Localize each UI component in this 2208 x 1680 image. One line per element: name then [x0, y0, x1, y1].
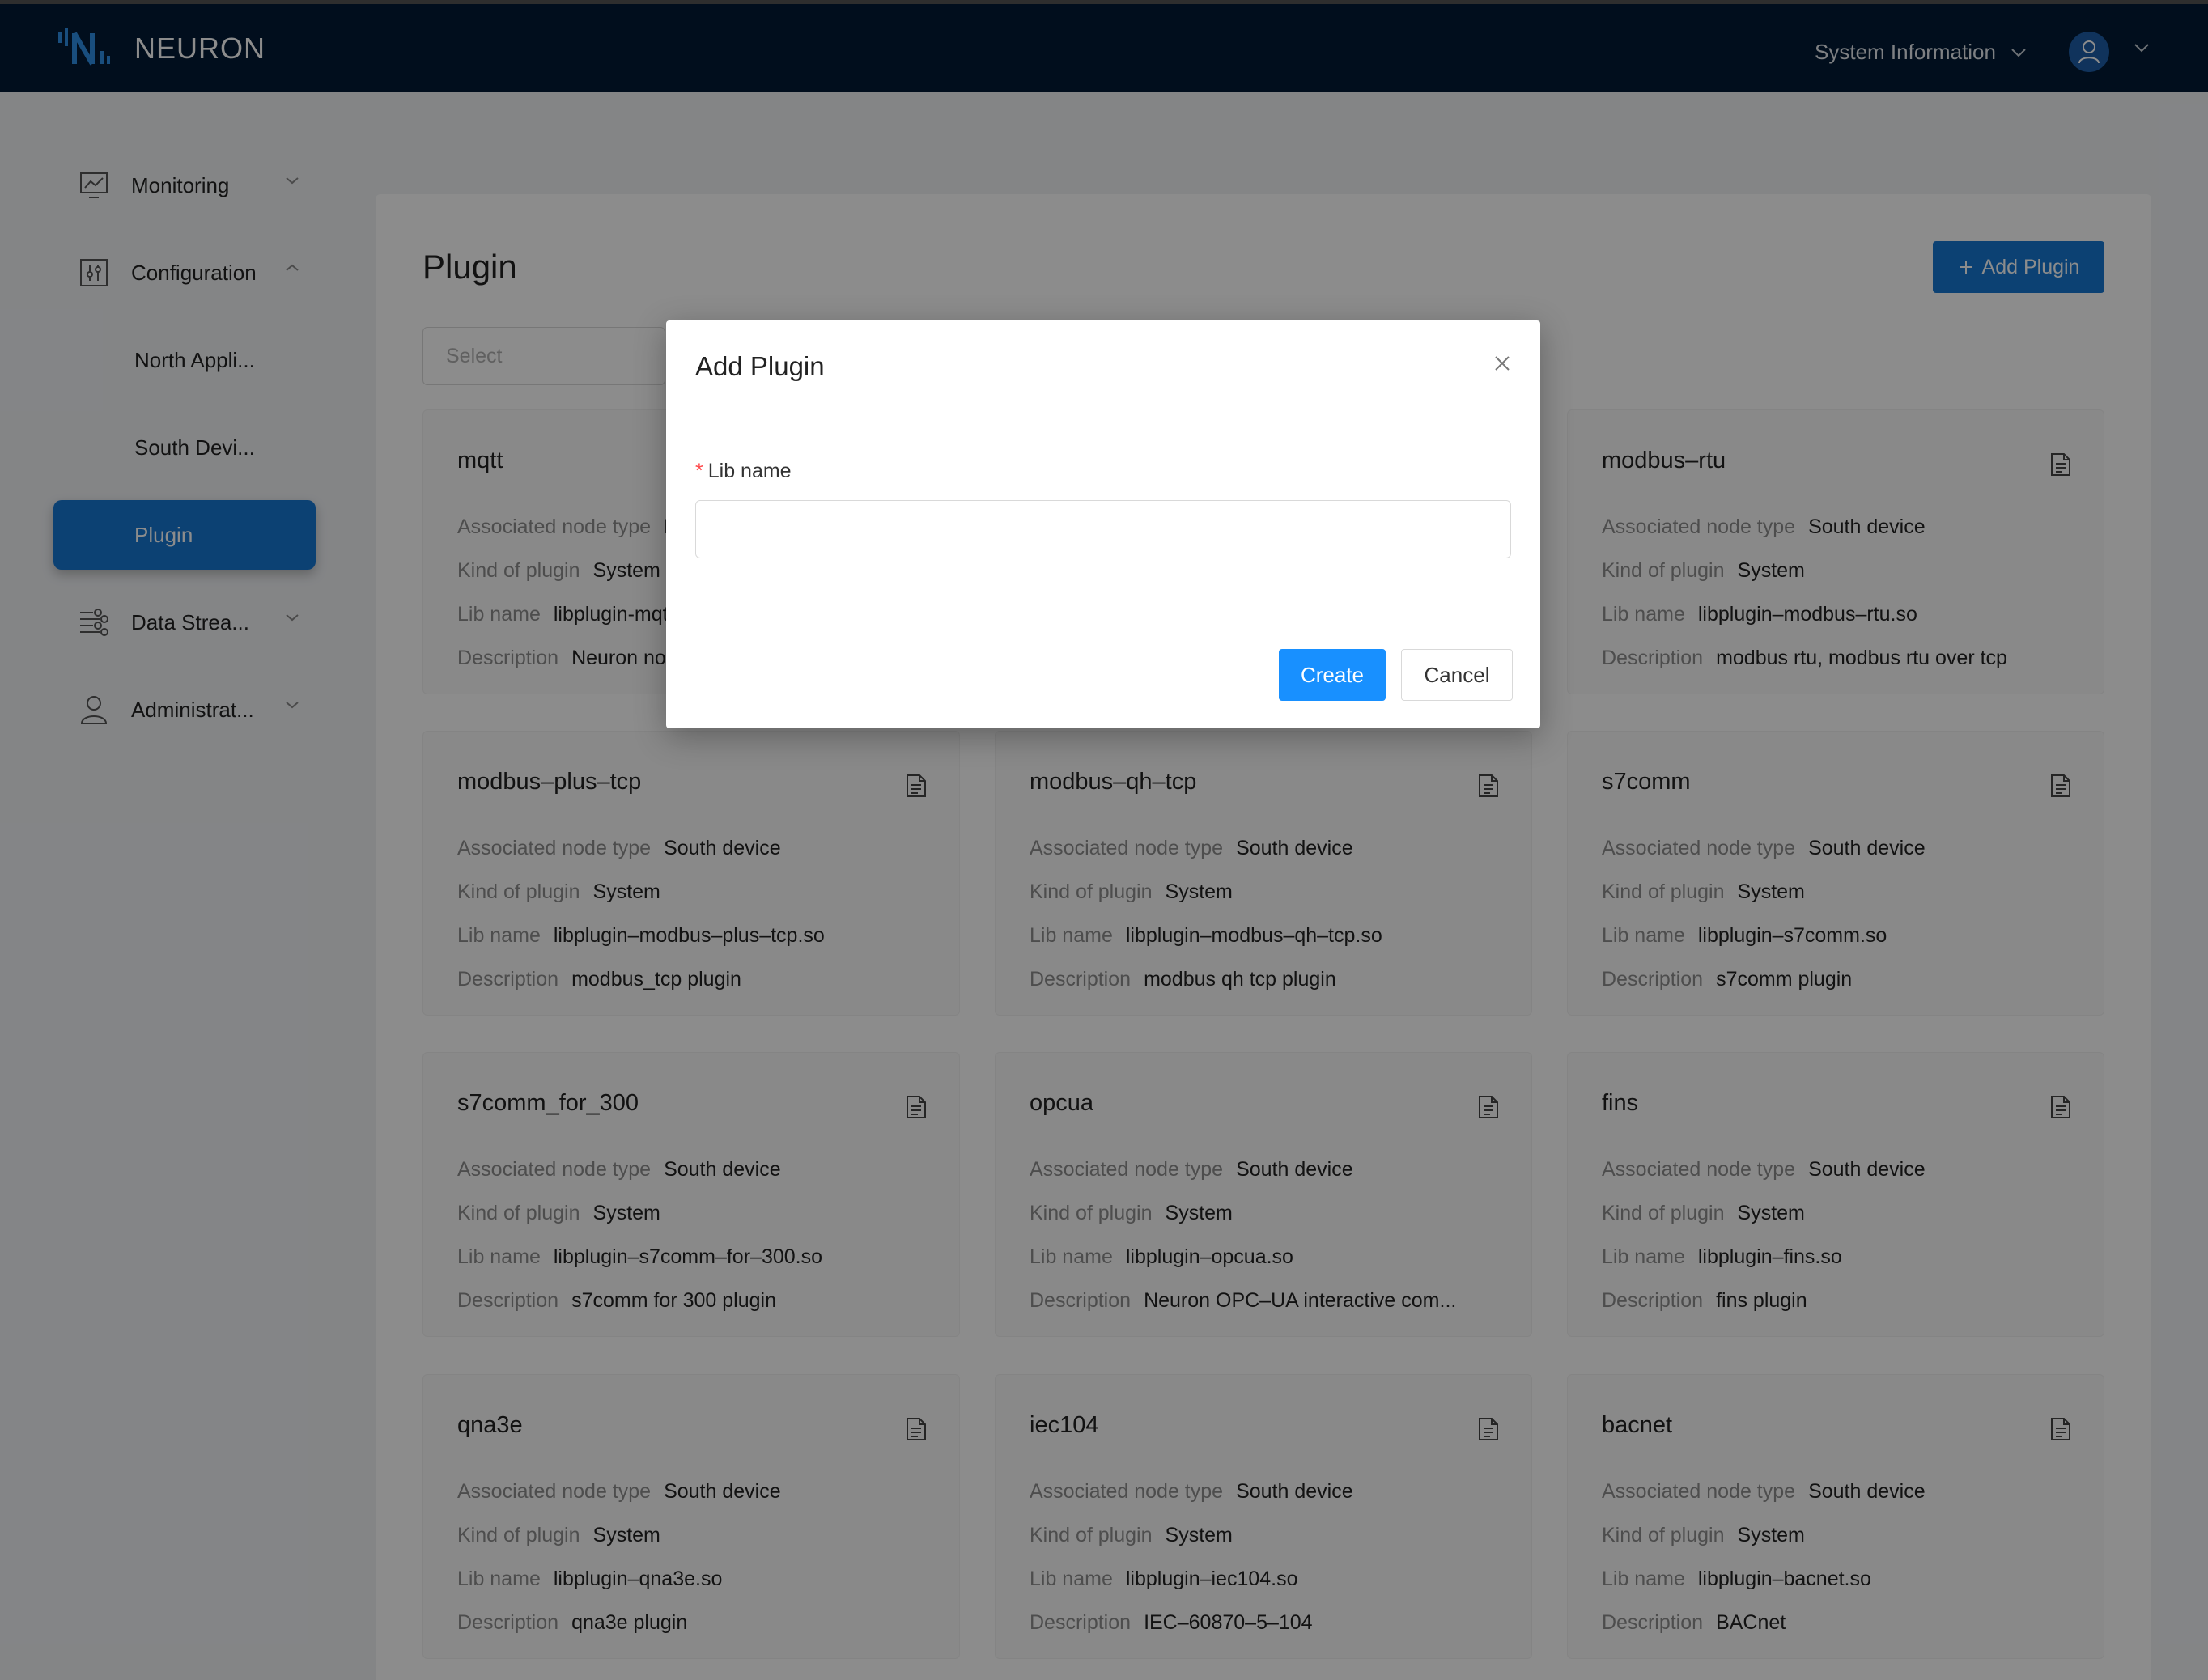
lib-name-input[interactable] — [695, 500, 1511, 558]
create-button[interactable]: Create — [1279, 649, 1386, 701]
lib-name-label: * Lib name — [695, 460, 792, 483]
modal-overlay[interactable] — [0, 0, 2208, 1680]
dialog-title: Add Plugin — [695, 351, 825, 381]
close-icon — [1495, 356, 1510, 371]
required-marker: * — [695, 460, 703, 482]
add-plugin-dialog: Add Plugin * Lib name Create Cancel — [666, 320, 1540, 728]
close-button[interactable] — [1488, 350, 1516, 377]
cancel-button[interactable]: Cancel — [1401, 649, 1513, 701]
lib-name-label-text: Lib name — [707, 460, 792, 482]
